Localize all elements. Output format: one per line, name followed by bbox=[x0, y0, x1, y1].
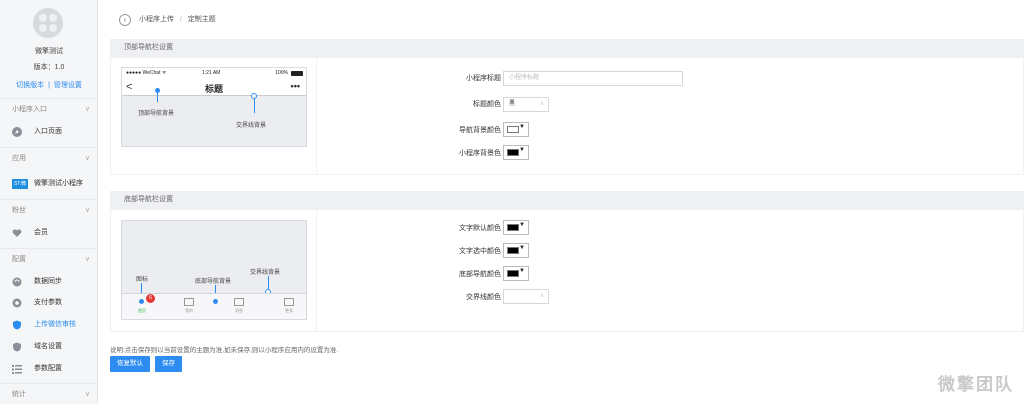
title-label: 小程序标题 bbox=[466, 75, 501, 82]
tab-icon bbox=[284, 298, 294, 306]
anno-tab-bg: 底部导航背景 bbox=[195, 279, 232, 285]
sidebar-group-stats[interactable]: 统计 ∨ bbox=[0, 383, 98, 405]
status-carrier: ●●●●● WeChat ᯤ bbox=[126, 70, 167, 76]
text-selected-color-label: 文字选中颜色 bbox=[459, 248, 501, 255]
status-time: 1:21 AM bbox=[202, 70, 221, 76]
anno-icon: 图标 bbox=[136, 277, 149, 283]
chevron-down-icon: ∨ bbox=[540, 101, 544, 107]
app-name: 微擎测试 bbox=[35, 48, 63, 55]
color-swatch bbox=[507, 149, 519, 156]
sidebar-group-entry[interactable]: 小程序入口 ∨ bbox=[0, 98, 98, 120]
sidebar-item-members[interactable]: 会员 bbox=[0, 222, 98, 244]
title-color-select[interactable]: 黑 ∨ bbox=[503, 97, 549, 112]
chevron-down-icon: ∨ bbox=[84, 256, 90, 263]
anno-tab-border: 交界线背景 bbox=[250, 270, 281, 276]
app-version: 版本：1.0 bbox=[33, 64, 65, 71]
border-color-select[interactable]: ∨ bbox=[503, 289, 549, 304]
sidebar-group-apps[interactable]: 应用 ∨ bbox=[0, 147, 98, 169]
nav-title: 标题 bbox=[204, 84, 223, 94]
status-battery: 100% bbox=[275, 70, 288, 76]
title-color-label: 标题颜色 bbox=[473, 101, 501, 108]
tab-bg-color-picker[interactable]: ▼ bbox=[503, 266, 529, 281]
text-selected-color-picker[interactable]: ▼ bbox=[503, 243, 529, 258]
more-icon: ••• bbox=[290, 81, 300, 91]
sidebar-item-data-sync[interactable]: 数据同步 bbox=[0, 271, 98, 293]
chevron-down-icon: ∨ bbox=[540, 293, 544, 299]
top-nav-section-title: 顶部导航栏设置 bbox=[110, 39, 1024, 57]
tab-bg-color-label: 底部导航颜色 bbox=[459, 271, 501, 278]
anno-nav-bg: 顶部导航背景 bbox=[138, 111, 175, 117]
shield-icon bbox=[13, 320, 21, 330]
bottom-nav-section-title: 底部导航栏设置 bbox=[110, 191, 1024, 209]
top-nav-preview: ●●●●● WeChat ᯤ 1:21 AM 100% < 标题 ••• 顶部导… bbox=[121, 67, 307, 147]
badge-count: 6 bbox=[146, 294, 155, 303]
tab-mine: 我的 bbox=[181, 298, 197, 314]
breadcrumb-current: 定制主题 bbox=[187, 16, 216, 23]
bottom-nav-panel: 图标 底部导航背景 交界线背景 首页 我的 消息 更多 6 文字默认颜色 ▼ 文… bbox=[110, 209, 1024, 332]
bottom-nav-preview: 图标 底部导航背景 交界线背景 首页 我的 消息 更多 6 bbox=[121, 220, 307, 320]
color-swatch bbox=[507, 270, 519, 277]
border-color-label: 交界线颜色 bbox=[466, 294, 501, 301]
caret-down-icon: ▼ bbox=[519, 268, 525, 274]
chevron-down-icon: ∨ bbox=[84, 155, 90, 162]
nav-bg-color-picker[interactable]: ▼ bbox=[503, 122, 529, 137]
tab-icon bbox=[234, 298, 244, 306]
sidebar: 微擎测试 版本：1.0 切换版本 | 管理设置 小程序入口 ∨ 入口页面 应用 ∨ ST… bbox=[0, 0, 98, 404]
tab-messages: 消息 bbox=[231, 298, 247, 314]
heart-icon bbox=[12, 229, 22, 237]
back-arrow-icon[interactable]: ‹ bbox=[119, 14, 131, 26]
sidebar-group-config[interactable]: 配置 ∨ bbox=[0, 248, 98, 270]
text-default-color-label: 文字默认颜色 bbox=[459, 225, 501, 232]
caret-down-icon: ▼ bbox=[519, 124, 525, 130]
sidebar-item-domain[interactable]: 域名设置 bbox=[0, 336, 98, 358]
sidebar-item-payment[interactable]: 支付参数 bbox=[0, 292, 98, 314]
sidebar-group-fans[interactable]: 粉丝 ∨ bbox=[0, 199, 98, 221]
list-icon bbox=[12, 365, 22, 374]
tab-bg-marker bbox=[213, 299, 218, 304]
breadcrumb: ‹ 小程序上传 / 定制主题 bbox=[119, 13, 216, 27]
top-nav-panel: ●●●●● WeChat ᯤ 1:21 AM 100% < 标题 ••• 顶部导… bbox=[110, 57, 1024, 175]
tab-more: 更多 bbox=[281, 298, 297, 314]
sidebar-item-test-miniapp[interactable]: ST:微 微擎测试小程序 bbox=[0, 173, 98, 195]
sync-icon bbox=[12, 277, 22, 287]
breadcrumb-separator: / bbox=[179, 16, 182, 23]
sidebar-item-wechat-review[interactable]: 上传微信审核 bbox=[0, 314, 98, 336]
caret-down-icon: ▼ bbox=[519, 147, 525, 153]
phone-status-bar: ●●●●● WeChat ᯤ 1:21 AM 100% bbox=[122, 68, 306, 79]
app-banner-icon: ST:微 bbox=[12, 179, 28, 189]
save-note: 说明:点击保存则以当前设置的主题为准,如未保存,则以小程序应用内的设置为准. bbox=[110, 347, 339, 354]
chevron-down-icon: ∨ bbox=[84, 106, 90, 113]
manage-settings-link[interactable]: 管理设置 bbox=[52, 82, 84, 89]
chevron-down-icon: ∨ bbox=[84, 391, 90, 398]
phone-nav-bar: < 标题 ••• bbox=[122, 79, 306, 96]
sidebar-item-params[interactable]: 参数配置 bbox=[0, 358, 98, 380]
save-button[interactable]: 保存 bbox=[155, 356, 182, 372]
battery-icon bbox=[291, 71, 303, 76]
anno-border: 交界线背景 bbox=[236, 123, 267, 129]
restore-default-button[interactable]: 恢复默认 bbox=[110, 356, 150, 372]
nav-bg-color-label: 导航背景颜色 bbox=[459, 127, 501, 134]
caret-down-icon: ▼ bbox=[519, 245, 525, 251]
color-swatch bbox=[507, 224, 519, 231]
sidebar-item-entry-page[interactable]: 入口页面 bbox=[0, 121, 98, 143]
caret-down-icon: ▼ bbox=[519, 222, 525, 228]
text-default-color-picker[interactable]: ▼ bbox=[503, 220, 529, 235]
switch-version-link[interactable]: 切换版本 bbox=[14, 82, 46, 89]
main-content: ‹ 小程序上传 / 定制主题 顶部导航栏设置 ●●●●● WeChat ᯤ 1:… bbox=[99, 0, 1024, 404]
shield-icon bbox=[13, 342, 21, 352]
version-links: 切换版本 | 管理设置 bbox=[0, 80, 98, 90]
icon-marker bbox=[139, 299, 144, 304]
color-swatch bbox=[507, 126, 519, 133]
tab-icon bbox=[184, 298, 194, 306]
color-swatch bbox=[507, 247, 519, 254]
watermark: 微擎团队 bbox=[938, 375, 1014, 394]
gear-icon bbox=[12, 298, 22, 308]
app-logo bbox=[33, 8, 63, 38]
chevron-down-icon: ∨ bbox=[84, 207, 90, 214]
app-bg-color-label: 小程序背景色 bbox=[459, 150, 501, 157]
breadcrumb-parent[interactable]: 小程序上传 bbox=[139, 16, 174, 23]
app-bg-color-picker[interactable]: ▼ bbox=[503, 145, 529, 160]
title-input[interactable]: 小程序标题 bbox=[503, 71, 683, 86]
compass-icon bbox=[12, 127, 22, 137]
